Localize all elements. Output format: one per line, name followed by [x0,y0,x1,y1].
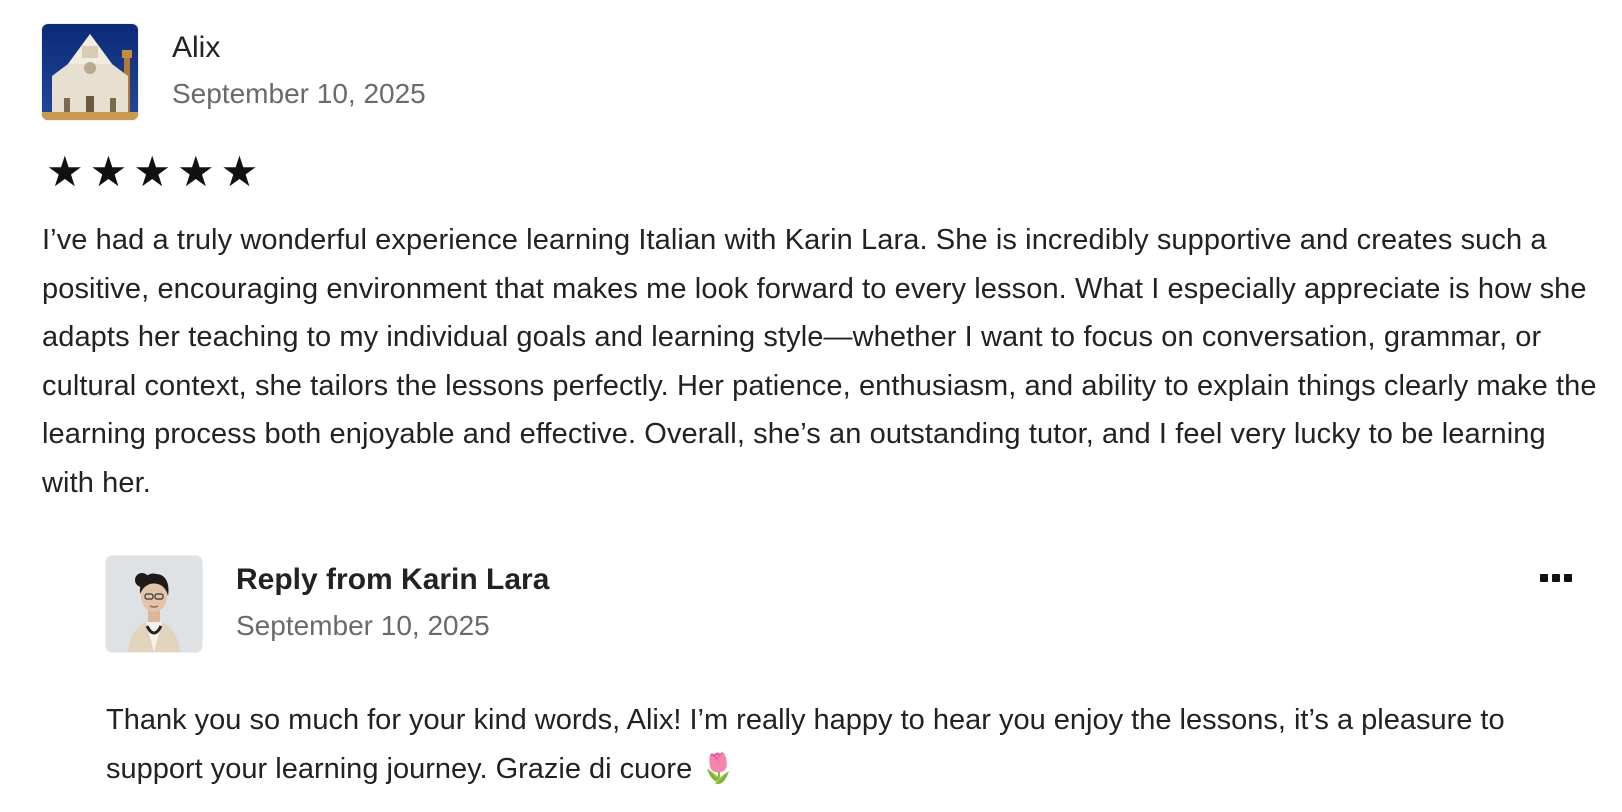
rating-stars: ★ ★ ★ ★ ★ [46,150,1602,194]
reply-card: Reply from Karin Lara September 10, 2025… [106,556,1576,793]
reviewer-name[interactable]: Alix [172,28,426,68]
dot [1552,574,1560,582]
more-options-icon [1538,574,1574,582]
review-card: Alix September 10, 2025 ★ ★ ★ ★ ★ I’ve h… [42,24,1602,507]
dot [1564,574,1572,582]
review-header: Alix September 10, 2025 [42,24,1602,120]
reviewer-meta: Alix September 10, 2025 [172,24,426,114]
reply-header: Reply from Karin Lara September 10, 2025 [106,556,1576,652]
reply-text: Thank you so much for your kind words, A… [106,704,1505,785]
review-date: September 10, 2025 [172,78,426,109]
reply-date: September 10, 2025 [236,610,490,641]
reviewer-avatar[interactable] [42,24,138,120]
star-icon: ★ [89,147,128,196]
more-options-button[interactable] [1536,566,1576,590]
star-icon: ★ [133,147,171,196]
dot [1540,574,1548,582]
star-icon: ★ [176,147,215,196]
star-icon: ★ [220,147,259,196]
review-text: I’ve had a truly wonderful experience le… [42,224,1597,499]
reply-title: Reply from Karin Lara [236,563,550,596]
tutor-avatar[interactable] [106,556,202,652]
star-icon: ★ [46,147,84,196]
reply-meta: Reply from Karin Lara September 10, 2025 [236,556,549,646]
